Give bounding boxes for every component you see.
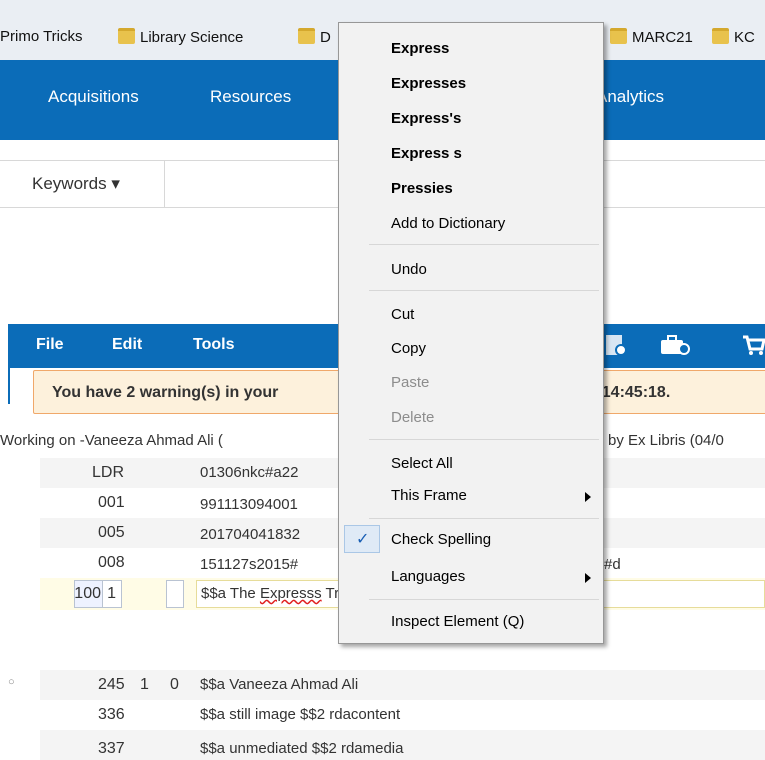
field-value[interactable]: 201704041832 bbox=[200, 526, 300, 543]
indicator-2: 0 bbox=[170, 676, 179, 693]
menu-tools[interactable]: Tools bbox=[193, 336, 234, 354]
nav-resources[interactable]: Resources bbox=[210, 87, 291, 107]
working-on-text: Working on -Vaneeza Ahmad Ali ( bbox=[0, 432, 223, 449]
warning-text: You have 2 warning(s) in your bbox=[52, 384, 279, 401]
menu-cut[interactable]: Cut bbox=[391, 306, 414, 323]
menu-copy[interactable]: Copy bbox=[391, 340, 426, 357]
indicator-1: 1 bbox=[140, 676, 149, 693]
menu-paste: Paste bbox=[391, 374, 430, 391]
field-value[interactable]: 01306nkc#a22 bbox=[200, 464, 298, 481]
menu-check-spelling[interactable]: Check Spelling bbox=[391, 531, 491, 548]
field-tag: 245 bbox=[98, 676, 125, 693]
folder-icon bbox=[610, 28, 627, 44]
bookmark-label: KC bbox=[734, 29, 755, 46]
row-marker-icon: ○ bbox=[8, 676, 15, 688]
menu-select-all[interactable]: Select All bbox=[391, 455, 453, 472]
menu-file[interactable]: File bbox=[36, 336, 64, 354]
menu-separator bbox=[369, 599, 599, 600]
text-pre: $$a The bbox=[201, 585, 260, 602]
cart-icon[interactable] bbox=[742, 334, 765, 356]
working-on-by-text: by Ex Libris (04/0 bbox=[608, 432, 724, 449]
field-tag: LDR bbox=[92, 464, 125, 481]
bookmark-primo-tricks[interactable]: Primo Tricks bbox=[0, 28, 83, 45]
menu-separator bbox=[369, 518, 599, 519]
field-tag: 008 bbox=[98, 554, 125, 571]
menu-this-frame[interactable]: This Frame bbox=[391, 487, 467, 504]
nav-analytics[interactable]: Analytics bbox=[596, 87, 664, 107]
menu-inspect-element[interactable]: Inspect Element (Q) bbox=[391, 613, 524, 630]
tag-value: 100 bbox=[74, 585, 101, 602]
field-tag: 005 bbox=[98, 524, 125, 541]
search-scope-dropdown[interactable]: Keywords ▾ bbox=[18, 161, 165, 207]
menu-undo[interactable]: Undo bbox=[391, 261, 427, 278]
suggestion-express[interactable]: Express bbox=[391, 40, 449, 57]
suggestion-express-space-s[interactable]: Express s bbox=[391, 145, 462, 162]
menu-add-to-dictionary[interactable]: Add to Dictionary bbox=[391, 215, 505, 232]
suggestion-express-s-possessive[interactable]: Express's bbox=[391, 110, 461, 127]
context-menu: Express Expresses Express's Express s Pr… bbox=[338, 22, 604, 644]
bookmark-label: MARC21 bbox=[632, 29, 693, 46]
bookmark-label: D bbox=[320, 29, 331, 46]
field-value[interactable]: $$a unmediated $$2 rdamedia bbox=[200, 740, 403, 757]
menu-languages[interactable]: Languages bbox=[391, 568, 465, 585]
folder-icon bbox=[118, 28, 135, 44]
field-value[interactable]: $$a Vaneeza Ahmad Ali bbox=[200, 676, 358, 693]
folder-icon bbox=[298, 28, 315, 44]
indicator-2-input[interactable] bbox=[166, 580, 184, 608]
nav-acquisitions[interactable]: Acquisitions bbox=[48, 87, 139, 107]
bookmark-kc[interactable]: KC bbox=[712, 28, 755, 46]
field-tag: 337 bbox=[98, 740, 125, 757]
field-value[interactable]: $$a still image $$2 rdacontent bbox=[200, 706, 400, 723]
save-record-icon[interactable] bbox=[604, 334, 628, 356]
bookmark-label: Primo Tricks bbox=[0, 28, 83, 45]
menu-edit[interactable]: Edit bbox=[112, 336, 142, 354]
folder-icon bbox=[712, 28, 729, 44]
menu-separator bbox=[369, 244, 599, 245]
indicator-1: 1 bbox=[107, 585, 116, 602]
bookmark-label: Library Science bbox=[140, 29, 244, 46]
submenu-arrow-icon bbox=[585, 492, 591, 502]
menu-delete: Delete bbox=[391, 409, 435, 426]
bookmark-library-science[interactable]: Library Science bbox=[118, 28, 243, 46]
tag-input-100[interactable]: 100 1 bbox=[74, 580, 122, 608]
field-tag: 336 bbox=[98, 706, 125, 723]
bookmark-d[interactable]: D bbox=[298, 28, 331, 46]
submenu-arrow-icon bbox=[585, 573, 591, 583]
checkmark-icon: ✓ bbox=[356, 531, 370, 548]
briefcase-add-icon[interactable] bbox=[660, 334, 690, 356]
field-value[interactable]: 151127s2015# bbox=[200, 556, 298, 573]
field-value[interactable]: 991113094001 bbox=[200, 496, 298, 513]
suggestion-expresses[interactable]: Expresses bbox=[391, 75, 466, 92]
field-tag: 001 bbox=[98, 494, 125, 511]
suggestion-pressies[interactable]: Pressies bbox=[391, 180, 453, 197]
menu-separator bbox=[369, 439, 599, 440]
check-spelling-checkbox: ✓ bbox=[344, 525, 380, 553]
menu-separator bbox=[369, 290, 599, 291]
record-row-336 bbox=[40, 700, 765, 730]
bookmark-marc21[interactable]: MARC21 bbox=[610, 28, 693, 46]
field-value-tail: #d bbox=[604, 556, 621, 573]
misspelled-word: Expresss bbox=[259, 585, 322, 602]
